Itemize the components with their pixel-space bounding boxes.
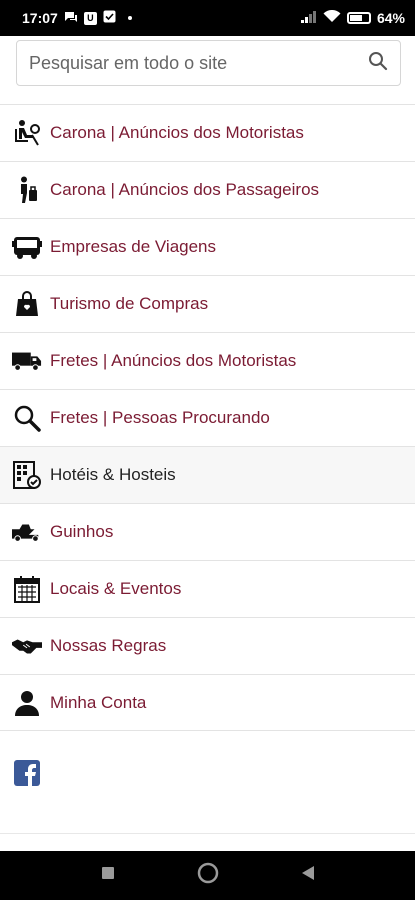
- menu-item-fretes-motoristas[interactable]: Fretes | Anúncios dos Motoristas: [0, 332, 415, 389]
- wifi-icon: [323, 9, 341, 26]
- menu-item-label: Fretes | Pessoas Procurando: [50, 408, 270, 427]
- menu-item-label: Locais & Eventos: [50, 579, 182, 598]
- messages-icon: [64, 10, 78, 26]
- menu-item-label: Hotéis & Hosteis: [50, 465, 176, 484]
- menu-item-empresas-viagens[interactable]: Empresas de Viagens: [0, 218, 415, 275]
- menu-item-label: Carona | Anúncios dos Motoristas: [50, 123, 304, 142]
- notification-dot-icon: [127, 16, 132, 20]
- shopping-bag-icon: [12, 289, 42, 319]
- menu-item-carona-passageiros[interactable]: Carona | Anúncios dos Passageiros: [0, 161, 415, 218]
- menu-item-fretes-pessoas[interactable]: Fretes | Pessoas Procurando: [0, 389, 415, 446]
- search-box[interactable]: [16, 40, 401, 86]
- menu-item-carona-motoristas[interactable]: Carona | Anúncios dos Motoristas: [0, 104, 415, 161]
- main-menu: Carona | Anúncios dos Motoristas Carona …: [0, 104, 415, 731]
- handshake-icon: [12, 631, 42, 661]
- menu-item-minha-conta[interactable]: Minha Conta: [0, 674, 415, 731]
- menu-item-label: Empresas de Viagens: [50, 237, 217, 256]
- menu-item-nossas-regras[interactable]: Nossas Regras: [0, 617, 415, 674]
- driver-seat-icon: [12, 118, 42, 148]
- menu-item-label: Guinhos: [50, 522, 114, 541]
- triangle-back-icon: [301, 865, 315, 886]
- calendar-icon: [12, 574, 42, 604]
- passenger-luggage-icon: [12, 175, 42, 205]
- u-app-icon: U: [83, 11, 97, 25]
- search-icon[interactable]: [368, 51, 388, 76]
- facebook-icon: [14, 760, 40, 790]
- square-icon: [101, 866, 115, 885]
- search-input[interactable]: [29, 52, 349, 74]
- menu-item-guinhos[interactable]: Guinhos: [0, 503, 415, 560]
- menu-item-locais-eventos[interactable]: Locais & Eventos: [0, 560, 415, 617]
- menu-item-label: Fretes | Anúncios dos Motoristas: [50, 351, 297, 370]
- signal-icon: [300, 10, 317, 26]
- home-button[interactable]: [193, 861, 223, 891]
- menu-item-hoteis[interactable]: Hotéis & Hosteis: [0, 446, 415, 503]
- circle-icon: [197, 862, 219, 889]
- tow-truck-icon: [12, 517, 42, 547]
- magnifier-icon: [12, 403, 42, 433]
- facebook-link[interactable]: [14, 760, 40, 786]
- menu-item-turismo-compras[interactable]: Turismo de Compras: [0, 275, 415, 332]
- page-content: Carona | Anúncios dos Motoristas Carona …: [0, 36, 415, 851]
- menu-item-label: Nossas Regras: [50, 636, 167, 655]
- user-icon: [12, 688, 42, 718]
- back-button[interactable]: [293, 861, 323, 891]
- battery-percent: 64%: [376, 10, 405, 26]
- menu-item-label: Turismo de Compras: [50, 294, 209, 313]
- checkbox-app-icon: [103, 10, 116, 26]
- truck-icon: [12, 346, 42, 376]
- bus-icon: [12, 232, 42, 262]
- system-nav-bar: [0, 851, 415, 900]
- hotel-building-icon: [12, 460, 42, 490]
- status-time: 17:07: [22, 10, 58, 26]
- battery-icon: [346, 12, 371, 24]
- status-bar: 17:07 U 64%: [0, 0, 415, 36]
- recents-button[interactable]: [93, 861, 123, 891]
- footer-divider: [0, 833, 415, 834]
- menu-item-label: Minha Conta: [50, 692, 147, 712]
- menu-item-label: Carona | Anúncios dos Passageiros: [50, 180, 320, 199]
